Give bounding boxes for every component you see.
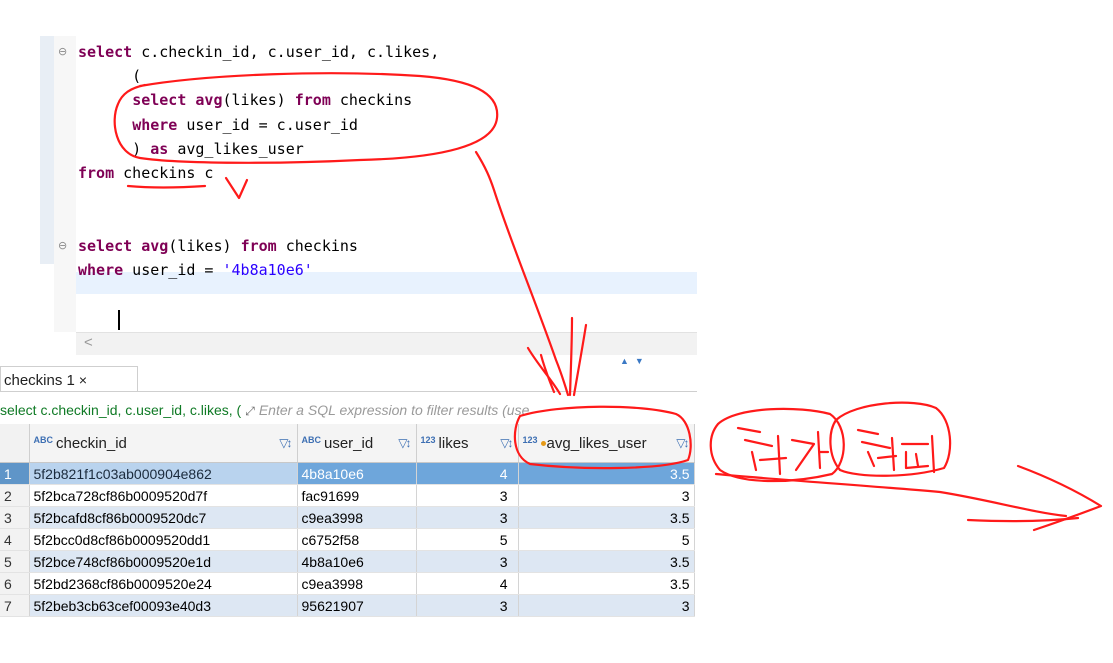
handwritten-annotation-layer (113, 72, 1103, 532)
column-circle (513, 405, 692, 470)
from-underline (126, 184, 207, 189)
korean-choe (736, 426, 788, 476)
korean-jang (900, 434, 936, 474)
subquery-circle (113, 72, 499, 164)
korean-dae (790, 430, 830, 472)
check-mark (224, 176, 249, 200)
korean-so (856, 428, 898, 472)
arrow-right-lines (568, 316, 588, 397)
arrow-shaft (474, 150, 570, 397)
bubble-left (709, 407, 845, 483)
